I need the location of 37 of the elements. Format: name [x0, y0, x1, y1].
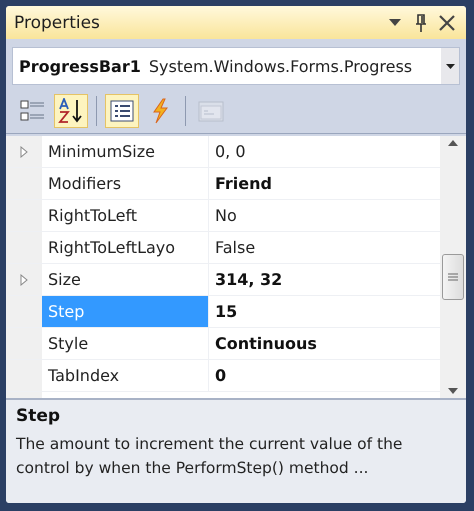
properties-button[interactable]	[105, 94, 139, 128]
sort-az-icon	[58, 98, 84, 124]
property-name[interactable]: MinimumSize	[42, 136, 209, 167]
close-icon	[439, 14, 455, 30]
property-value[interactable]: 0, 0	[209, 136, 440, 167]
scroll-down-icon[interactable]	[448, 388, 458, 394]
property-name[interactable]: Modifiers	[42, 168, 209, 199]
caret-icon	[389, 19, 401, 26]
property-value[interactable]: Friend	[209, 168, 440, 199]
object-name: ProgressBar1	[19, 56, 141, 76]
scroll-thumb[interactable]	[442, 254, 464, 300]
list-icon	[110, 100, 134, 122]
property-name[interactable]: Size	[42, 264, 209, 295]
property-name[interactable]: Style	[42, 328, 209, 359]
property-value[interactable]: No	[209, 200, 440, 231]
property-name[interactable]: RightToLeftLayo	[42, 232, 209, 263]
property-value[interactable]: Continuous	[209, 328, 440, 359]
caret-icon	[446, 64, 454, 68]
property-value[interactable]: 314, 32	[209, 264, 440, 295]
property-value[interactable]: 0	[209, 360, 440, 391]
pages-icon	[198, 99, 224, 123]
property-name[interactable]: TabIndex	[42, 360, 209, 391]
scrollbar[interactable]	[440, 136, 466, 398]
lightning-icon	[150, 98, 170, 124]
description-text: The amount to increment the current value of the control by when the PerformStep() method ...	[16, 434, 404, 479]
object-selector[interactable]: ProgressBar1 System.Windows.Forms.Progress	[12, 47, 460, 85]
alphabetical-button[interactable]	[54, 94, 88, 128]
window-title: Properties	[14, 12, 101, 32]
property-value[interactable]: False	[209, 232, 440, 263]
expand-icon[interactable]	[20, 146, 28, 158]
object-type: System.Windows.Forms.Progress	[148, 56, 412, 76]
scroll-up-icon[interactable]	[448, 140, 458, 146]
property-value[interactable]: 15	[209, 296, 440, 327]
pin-icon	[415, 14, 427, 32]
expand-icon[interactable]	[20, 274, 28, 286]
description-title: Step	[16, 406, 62, 426]
property-name[interactable]: RightToLeft	[42, 200, 209, 231]
